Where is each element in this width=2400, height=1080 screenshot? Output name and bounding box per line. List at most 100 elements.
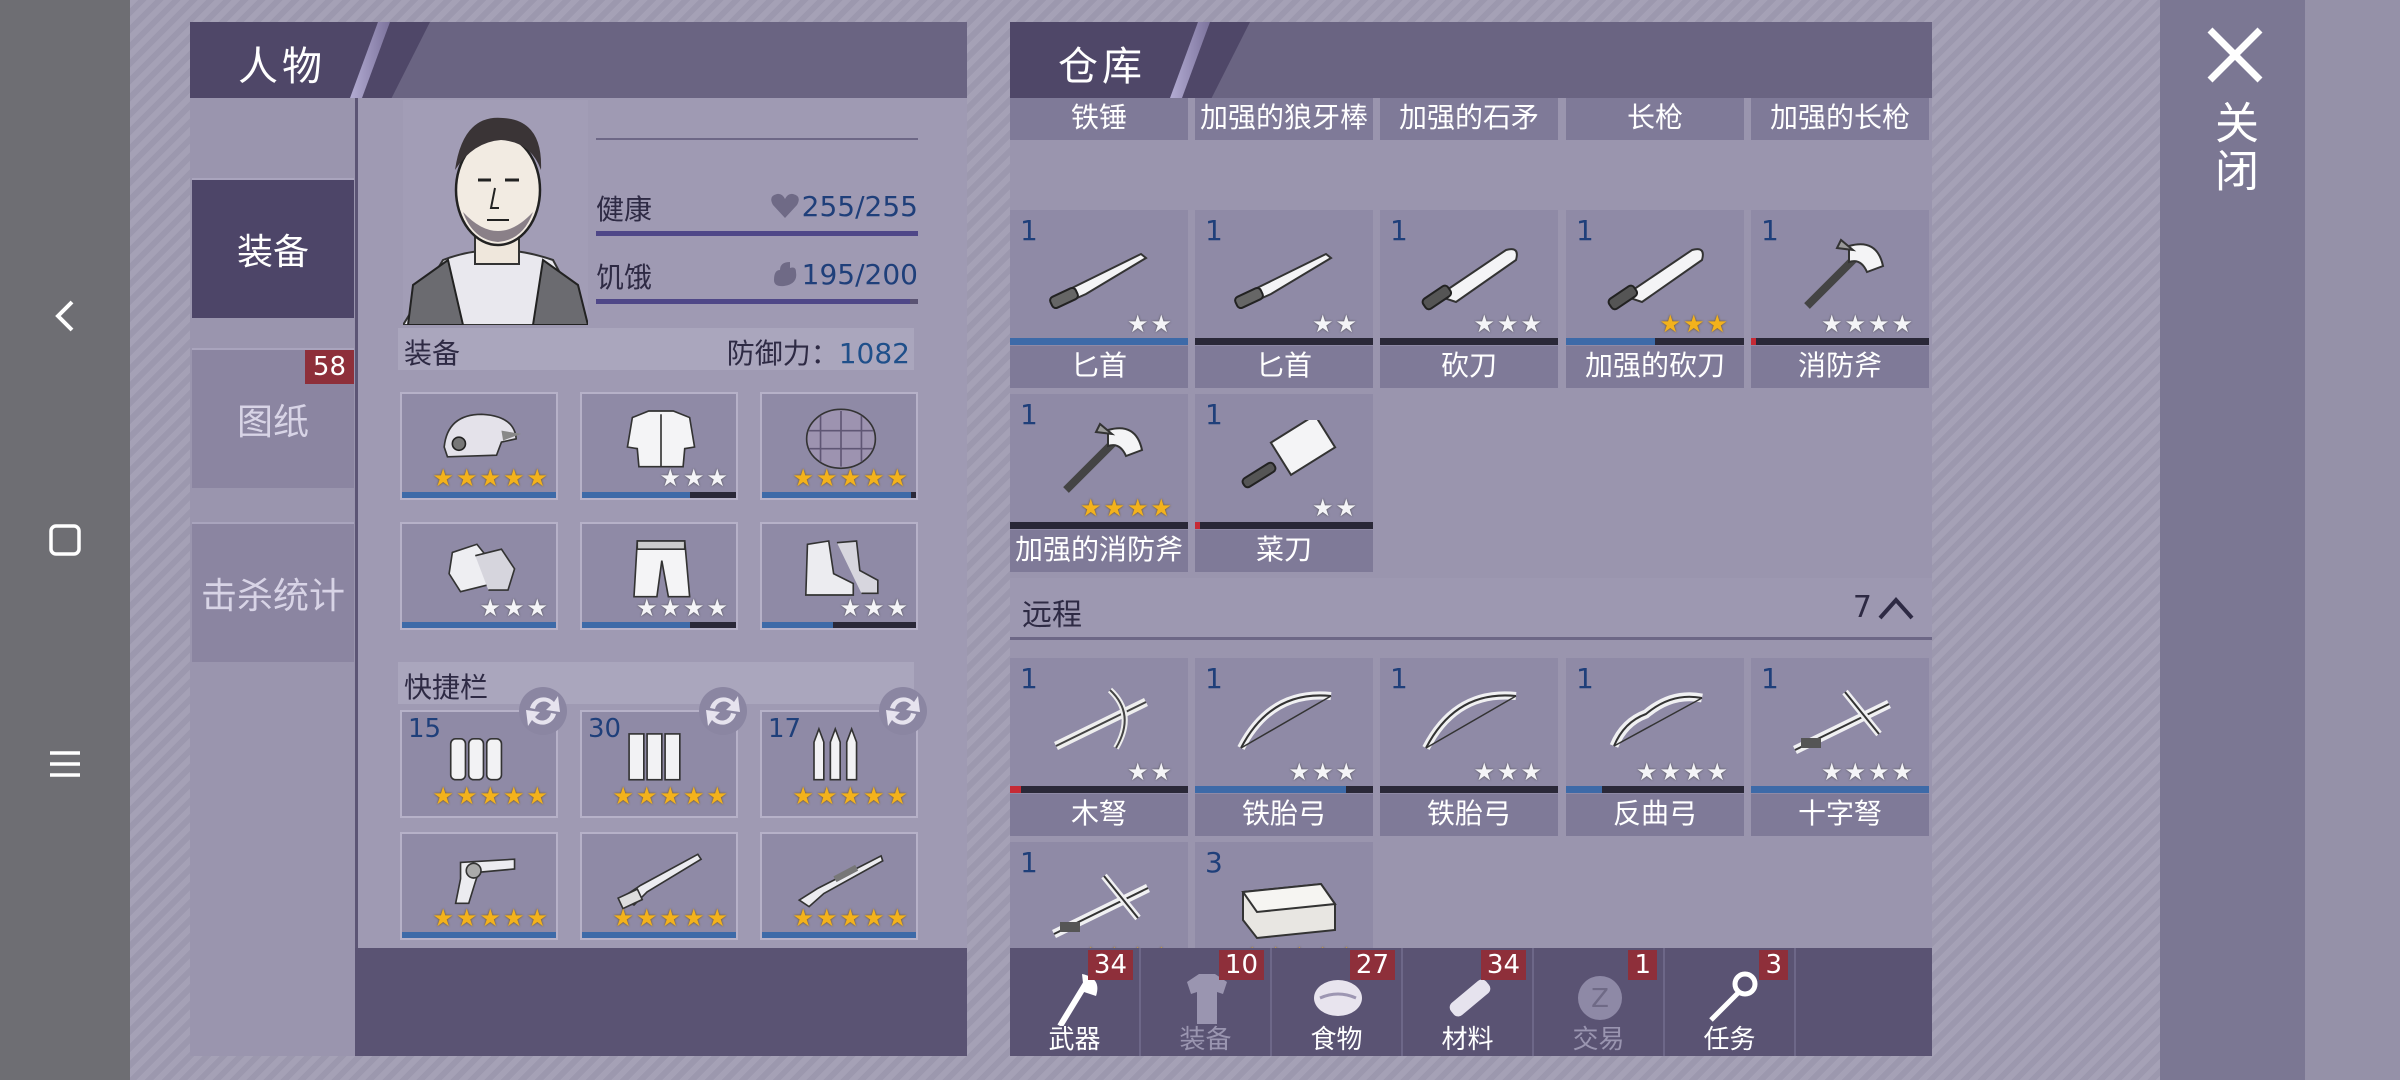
warehouse-category-tabs: 34 武器 10 装备 27 食物 34 材料 Z 1 交易 3 任务 <box>1010 948 1932 1056</box>
warehouse-title: 仓库 <box>1058 44 1146 90</box>
item-name: 铁锤 <box>1010 98 1188 140</box>
close-icon[interactable] <box>2200 20 2270 90</box>
equipment-slot[interactable]: ★ ★ ★ ★ <box>580 522 738 630</box>
item-quantity: 3 <box>1205 846 1223 879</box>
recents-menu-icon[interactable] <box>35 734 95 794</box>
health-label: 健康 <box>596 193 653 226</box>
fire-axe-icon <box>1804 238 1885 309</box>
durability-bar <box>402 492 556 498</box>
back-icon[interactable] <box>35 286 95 346</box>
warehouse-item[interactable]: 1 ★ ★ ★ ★ 加强的消防斧 <box>1010 394 1188 572</box>
chevron-up-icon[interactable] <box>1876 594 1916 622</box>
equipment-slot[interactable]: ★ ★ ★ ★ ★ <box>400 392 558 500</box>
system-nav-bar <box>0 0 130 1080</box>
star-rating: ★ ★ ★ <box>839 594 908 622</box>
quickbar-weapon-slot[interactable]: ★ ★ ★ ★ ★ <box>760 832 918 940</box>
star-rating: ★ ★ <box>1311 494 1357 522</box>
warehouse-item[interactable]: 1 ★ ★ 匕首 <box>1195 210 1373 388</box>
ranged-category-header[interactable]: 远程 7 <box>1010 578 1932 640</box>
warehouse-item[interactable]: ★★★加强的长枪 <box>1751 98 1929 140</box>
swap-icon[interactable] <box>876 684 930 738</box>
character-main: 健康 255/255 饥饿 195/200 装备 防御力：1082 ★ ★ ★ ★ ★ ★… <box>355 98 967 1056</box>
side-tab-equipment[interactable]: 装备 <box>192 178 354 318</box>
warehouse-item[interactable]: ★★加强的石矛 <box>1380 98 1558 140</box>
hunger-row: 饥饿 195/200 <box>596 254 918 304</box>
warehouse-item[interactable]: 1 ★ ★ 木弩 <box>1010 658 1188 836</box>
item-name: 铁胎弓 <box>1380 794 1558 836</box>
warehouse-tab[interactable]: 34 材料 <box>1403 948 1534 1056</box>
side-tab-kill-stats[interactable]: 击杀统计 <box>192 522 354 662</box>
star-rating: ★ ★ ★ <box>659 464 728 492</box>
item-name: 反曲弓 <box>1566 794 1744 836</box>
item-quantity: 1 <box>1020 214 1038 247</box>
star-rating: ★ ★ ★ <box>479 594 548 622</box>
defense-stat: 防御力：1082 <box>726 337 910 370</box>
durability-bar <box>582 492 736 498</box>
dagger-icon <box>1049 252 1148 310</box>
health-bar <box>596 231 918 236</box>
swap-icon[interactable] <box>516 684 570 738</box>
warehouse-tab[interactable]: 34 武器 <box>1010 948 1141 1056</box>
equipment-slot[interactable]: ★ ★ ★ <box>400 522 558 630</box>
warehouse-item[interactable]: 1 ★ ★ ★ 铁胎弓 <box>1380 658 1558 836</box>
equipment-section: 装备 防御力：1082 <box>398 328 914 370</box>
quickbar-section: 快捷栏 <box>398 662 914 704</box>
warehouse-tab[interactable]: Z 1 交易 <box>1534 948 1665 1056</box>
tab-count-badge: 34 <box>1480 950 1526 980</box>
character-title: 人物 <box>238 44 326 90</box>
star-rating: ★★★★★ <box>792 904 908 932</box>
item-name: 匕首 <box>1195 346 1373 388</box>
warehouse-tab[interactable]: 10 装备 <box>1141 948 1272 1056</box>
character-portrait <box>403 100 588 325</box>
item-name: 木弩 <box>1010 794 1188 836</box>
warehouse-grid: ★★★铁锤★★★加强的狼牙棒★★加强的石矛★★★长枪★★★加强的长枪1★★匕首1… <box>1010 98 1932 968</box>
svg-text:Z: Z <box>1591 984 1609 1014</box>
warehouse-item[interactable]: 1 ★ ★ ★ ★ 反曲弓 <box>1566 658 1744 836</box>
item-name: 加强的砍刀 <box>1566 346 1744 388</box>
star-rating: ★★★★★ <box>792 782 908 810</box>
tab-label: 武器 <box>1048 1025 1101 1055</box>
warehouse-item[interactable]: 1 ★ ★ ★ 铁胎弓 <box>1195 658 1373 836</box>
durability-bar <box>1010 786 1188 793</box>
quickbar-weapon-slot[interactable]: ★ ★ ★ ★ ★ <box>580 832 738 940</box>
quickbar-weapon-slot[interactable]: ★ ★ ★ ★ ★ <box>400 832 558 940</box>
warehouse-item[interactable]: 1 ★ ★ ★ ★ 消防斧 <box>1751 210 1929 388</box>
warehouse-item[interactable]: 1 ★ ★ 匕首 <box>1010 210 1188 388</box>
equipment-slot[interactable]: ★ ★ ★ ★ ★ <box>760 392 918 500</box>
bow-icon <box>1422 691 1517 750</box>
star-rating: ★★★★★ <box>432 904 548 932</box>
warehouse-tab[interactable]: 3 任务 <box>1665 948 1796 1056</box>
durability-bar <box>1010 522 1188 529</box>
warehouse-item[interactable]: 1 ★ ★ ★ ★ 十字弩 <box>1751 658 1929 836</box>
warehouse-item[interactable]: 1 ★ ★ ★ 砍刀 <box>1380 210 1558 388</box>
item-name: 砍刀 <box>1380 346 1558 388</box>
star-rating: ★ ★ <box>1126 758 1172 786</box>
warehouse-item[interactable]: ★★★铁锤 <box>1010 98 1188 140</box>
star-rating: ★★★★★ <box>432 464 548 492</box>
warehouse-tab[interactable]: 27 食物 <box>1272 948 1403 1056</box>
warehouse-item[interactable]: 1 ★ ★ ★ 加强的砍刀 <box>1566 210 1744 388</box>
warehouse-item[interactable]: ★★★加强的狼牙棒 <box>1195 98 1373 140</box>
durability-bar <box>1751 338 1929 345</box>
swap-icon[interactable] <box>696 684 750 738</box>
side-tab-blueprints[interactable]: 图纸 58 <box>192 348 354 488</box>
equipment-slot[interactable]: ★ ★ ★ <box>580 392 738 500</box>
warehouse-item[interactable]: ★★★长枪 <box>1566 98 1744 140</box>
star-rating: ★ ★ ★ <box>1473 758 1542 786</box>
tab-label: 交易 <box>1572 1025 1625 1055</box>
durability-bar <box>1195 338 1373 345</box>
equipment-slot[interactable]: ★ ★ ★ <box>760 522 918 630</box>
stomach-icon <box>774 262 797 287</box>
durability-bar <box>762 492 916 498</box>
character-bottom-bar <box>355 948 967 1056</box>
home-icon[interactable] <box>35 510 95 570</box>
ranged-category-label: 远程 <box>1022 598 1082 633</box>
warehouse-panel: 仓库 ★★★铁锤★★★加强的狼牙棒★★加强的石矛★★★长枪★★★加强的长枪1★★… <box>1010 22 1932 1056</box>
warehouse-item[interactable]: 1 ★ ★ 菜刀 <box>1195 394 1373 572</box>
durability-bar <box>1010 338 1188 345</box>
item-quantity: 1 <box>1205 398 1223 431</box>
star-rating: ★★★★★ <box>612 904 728 932</box>
durability-bar <box>1566 786 1744 793</box>
durability-bar <box>1195 786 1373 793</box>
close-label[interactable]: 关闭 <box>2204 100 2264 196</box>
